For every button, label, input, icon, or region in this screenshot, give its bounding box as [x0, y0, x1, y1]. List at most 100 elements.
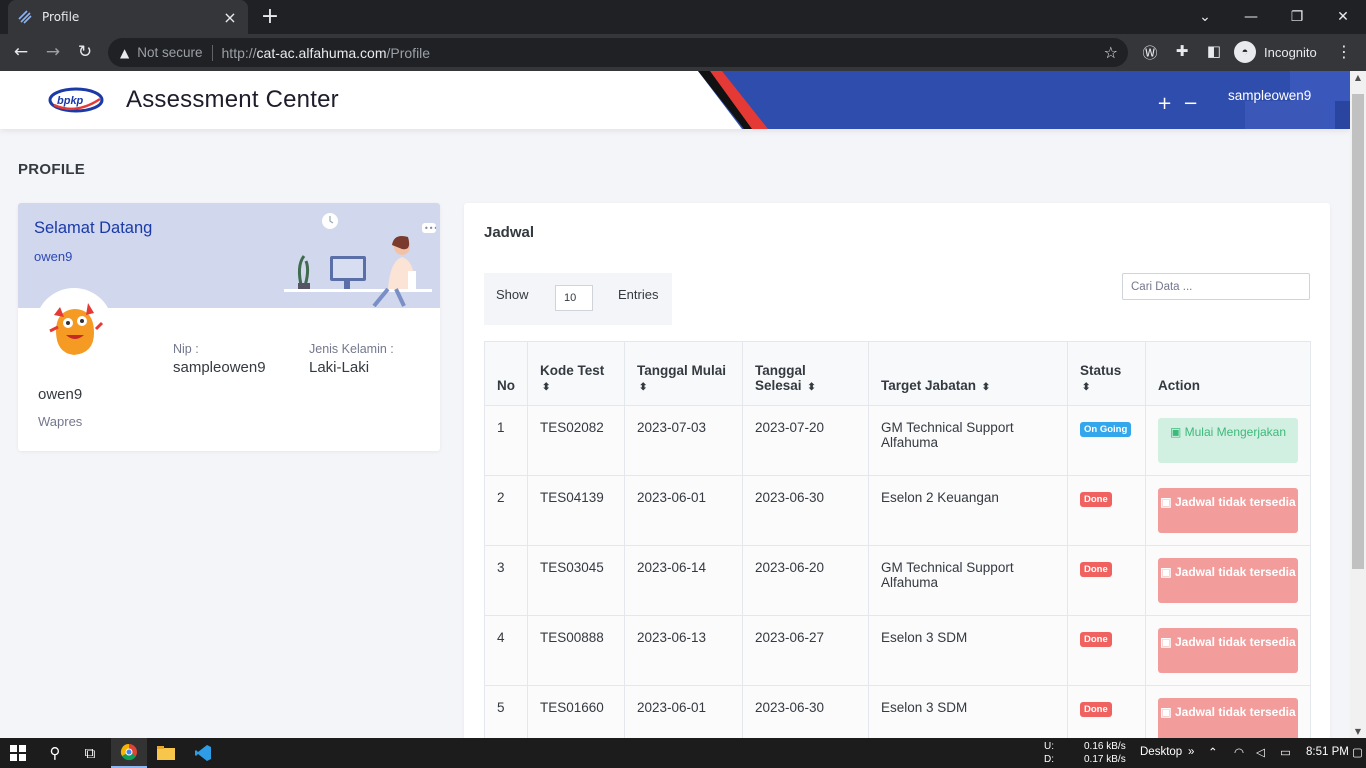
bookmark-star-icon[interactable]: ☆	[1104, 43, 1118, 62]
cell-status: On Going	[1067, 405, 1146, 476]
cell-action: ▣ Mulai Mengerjakan	[1145, 405, 1311, 476]
tab-title: Profile	[42, 10, 80, 24]
volume-icon[interactable]: ◁	[1256, 745, 1265, 759]
browser-tab[interactable]: Profile ×	[8, 0, 248, 34]
col-header-tanggal-mulai[interactable]: Tanggal Mulai ⬍	[624, 341, 743, 406]
desktop-chevron-icon[interactable]: »	[1188, 746, 1194, 758]
windows-start-icon[interactable]	[0, 738, 36, 768]
col-header-target-jabatan[interactable]: Target Jabatan ⬍	[868, 341, 1068, 406]
side-panel-icon[interactable]: ◧	[1203, 42, 1225, 60]
browser-tab-strip: Profile × + ⌄ — ❐ ✕	[0, 0, 1366, 34]
forward-icon[interactable]: →	[40, 40, 66, 64]
table-row: 1 TES02082 2023-07-03 2023-07-20 GM Tech…	[484, 405, 1311, 476]
site-favicon-icon	[18, 10, 32, 24]
cell-status: Done	[1067, 475, 1146, 546]
extensions-puzzle-icon[interactable]: ✚	[1171, 42, 1193, 60]
cell-selesai: 2023-06-27	[742, 615, 869, 686]
notifications-icon[interactable]: ▢	[1352, 745, 1363, 759]
reload-icon[interactable]: ↻	[72, 40, 98, 64]
search-input[interactable]	[1122, 273, 1310, 300]
search-icon[interactable]: ⚲	[37, 738, 73, 768]
clock-time[interactable]: 8:51 PM	[1306, 746, 1349, 758]
battery-icon[interactable]: ▭	[1280, 745, 1291, 759]
sort-icon[interactable]: ⬍	[1082, 382, 1090, 393]
col-header-status[interactable]: Status ⬍	[1067, 341, 1146, 406]
warning-icon[interactable]: ▲	[120, 46, 129, 60]
file-explorer-icon[interactable]	[148, 738, 184, 768]
desktop-toolbar-label[interactable]: Desktop	[1140, 746, 1182, 758]
not-secure-label[interactable]: Not secure	[137, 45, 202, 60]
restore-icon[interactable]: ❐	[1274, 0, 1320, 34]
cell-no: 2	[484, 475, 528, 546]
cell-mulai: 2023-06-01	[624, 685, 743, 738]
cell-kode: TES03045	[527, 545, 625, 616]
minimize-icon[interactable]: —	[1228, 0, 1274, 34]
back-icon[interactable]: ←	[8, 40, 34, 64]
monster-avatar-icon	[38, 291, 110, 363]
net-download-speed: 0.17 kB/s	[1084, 754, 1126, 765]
browser-menu-icon[interactable]: ⋮	[1336, 42, 1352, 61]
welcome-username: owen9	[34, 249, 73, 264]
sort-icon[interactable]: ⬍	[982, 382, 990, 393]
work-desk-illustration: •••	[284, 213, 436, 307]
extension-w-icon[interactable]: Ⓦ	[1139, 42, 1161, 63]
address-bar[interactable]: ▲ Not secure http://cat-ac.alfahuma.com /…	[108, 38, 1128, 67]
cell-target: GM Technical Support Alfahuma	[868, 545, 1068, 616]
url-host: cat-ac.alfahuma.com	[256, 44, 387, 61]
scroll-down-arrow-icon[interactable]: ▼	[1350, 727, 1366, 736]
col-header-kode-test[interactable]: Kode Test ⬍	[527, 341, 625, 406]
incognito-label: Incognito	[1264, 44, 1317, 60]
cell-kode: TES01660	[527, 685, 625, 738]
zoom-out-button[interactable]: −	[1183, 93, 1198, 114]
jadwal-tidak-tersedia-button[interactable]: ▣ Jadwal tidak tersedia	[1158, 558, 1298, 603]
page-title: PROFILE	[18, 161, 86, 178]
cell-kode: TES02082	[527, 405, 625, 476]
welcome-title: Selamat Datang	[34, 219, 153, 237]
cell-selesai: 2023-06-30	[742, 685, 869, 738]
new-tab-icon[interactable]: +	[260, 4, 280, 30]
tab-search-chevron-icon[interactable]: ⌄	[1182, 0, 1228, 34]
scrollbar-thumb[interactable]	[1352, 94, 1364, 569]
cell-no: 5	[484, 685, 528, 738]
wifi-icon[interactable]: ◠	[1234, 745, 1244, 759]
table-header-row: No Kode Test ⬍ Tanggal Mulai ⬍ Tanggal Se…	[484, 341, 1311, 406]
nip-value: sampleowen9	[173, 359, 266, 376]
cell-status: Done	[1067, 615, 1146, 686]
vscode-icon[interactable]	[185, 738, 221, 768]
incognito-icon: ◓	[1234, 41, 1256, 63]
sort-icon[interactable]: ⬍	[542, 382, 550, 393]
scroll-up-arrow-icon[interactable]: ▲	[1350, 73, 1366, 82]
col-header-no: No	[484, 341, 528, 406]
task-view-icon[interactable]: ⧉	[72, 738, 108, 768]
vertical-scrollbar[interactable]: ▲ ▼	[1350, 71, 1366, 738]
incognito-profile-button[interactable]: ◓ Incognito	[1234, 39, 1317, 65]
show-label: Show	[496, 287, 529, 302]
tab-close-icon[interactable]: ×	[222, 8, 238, 27]
jadwal-title: Jadwal	[484, 224, 535, 241]
jadwal-tidak-tersedia-button[interactable]: ▣ Jadwal tidak tersedia	[1158, 488, 1298, 533]
sort-icon[interactable]: ⬍	[639, 382, 647, 393]
net-upload-label: U:	[1044, 741, 1054, 752]
page-length-control: Show Entries	[484, 273, 672, 325]
close-window-icon[interactable]: ✕	[1320, 0, 1366, 34]
cell-selesai: 2023-06-30	[742, 475, 869, 546]
chrome-icon[interactable]	[111, 738, 147, 768]
cell-target: Eselon 3 SDM	[868, 685, 1068, 738]
jadwal-tidak-tersedia-button[interactable]: ▣ Jadwal tidak tersedia	[1158, 698, 1298, 738]
jadwal-tidak-tersedia-button[interactable]: ▣ Jadwal tidak tersedia	[1158, 628, 1298, 673]
app-title: Assessment Center	[126, 86, 339, 113]
cell-target: Eselon 3 SDM	[868, 615, 1068, 686]
cell-status: Done	[1067, 685, 1146, 738]
cell-kode: TES00888	[527, 615, 625, 686]
col-header-tanggal-selesai[interactable]: Tanggal Selesai ⬍	[742, 341, 869, 406]
entries-label: Entries	[618, 287, 659, 302]
show-hidden-icons-icon[interactable]: ⌃	[1208, 745, 1218, 759]
zoom-in-button[interactable]: +	[1157, 93, 1172, 114]
cell-mulai: 2023-06-01	[624, 475, 743, 546]
mulai-mengerjakan-button[interactable]: ▣ Mulai Mengerjakan	[1158, 418, 1298, 463]
url-scheme: http://	[221, 44, 257, 61]
header-username[interactable]: sampleowen9	[1228, 88, 1311, 103]
sort-icon[interactable]: ⬍	[807, 382, 815, 393]
page-size-input[interactable]	[555, 285, 593, 311]
page-viewport: bpkp Assessment Center + − sampleowen9 P…	[0, 71, 1350, 738]
